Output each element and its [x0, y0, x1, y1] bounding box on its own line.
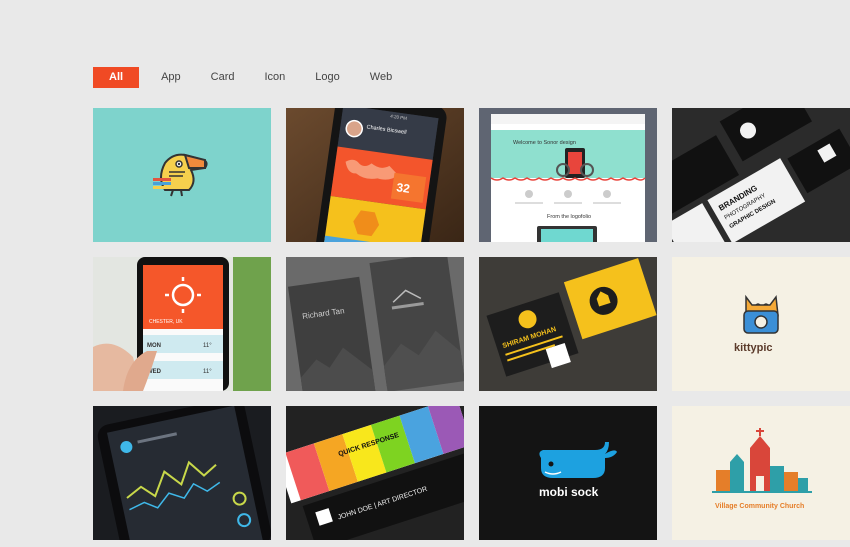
portfolio-tile-mobisock-logo[interactable]: mobi sock — [479, 406, 657, 540]
stat-number: 32 — [396, 180, 411, 196]
yellow-cards-image: SHIRAM MOHAN — [479, 257, 657, 391]
kittypic-wordmark: kittypic — [734, 342, 773, 354]
weather-app-image: CHESTER, UK MON 11° WED 11° — [93, 257, 271, 391]
church-wordmark: Village Community Church — [715, 503, 804, 510]
mobisock-wordmark: mobi sock — [539, 485, 599, 499]
portfolio-tile-profile-app[interactable]: Charles Bicswell 4:20 PM 32 — [286, 108, 464, 242]
filter-web[interactable]: Web — [362, 67, 400, 88]
kittypic-logo-image: kittypic — [672, 257, 850, 391]
portfolio-grid: Charles Bicswell 4:20 PM 32 Welcome to S… — [93, 108, 850, 547]
web-subheading: From the logofolio — [547, 214, 591, 220]
profile-app-image: Charles Bicswell 4:20 PM 32 — [286, 108, 464, 242]
portfolio-tile-web-design[interactable]: Welcome to Sonor design From the logofol… — [479, 108, 657, 242]
bw-cards-image: BRANDING PHOTOGRAPHY GRAPHIC DESIGN — [672, 108, 850, 242]
filter-icon[interactable]: Icon — [256, 67, 293, 88]
filter-bar: All App Card Icon Logo Web — [93, 67, 400, 88]
portfolio-tile-business-cards-bw[interactable]: BRANDING PHOTOGRAPHY GRAPHIC DESIGN — [672, 108, 850, 242]
portfolio-tile-yellow-cards[interactable]: SHIRAM MOHAN — [479, 257, 657, 391]
fitness-app-image — [93, 406, 271, 540]
weather-location: CHESTER, UK — [149, 319, 183, 325]
filter-card[interactable]: Card — [203, 67, 243, 88]
weather-temp-2: 11° — [203, 369, 212, 375]
portfolio-tile-dark-cards[interactable]: Richard Tan — [286, 257, 464, 391]
weather-day-1: MON — [147, 343, 161, 349]
portfolio-tile-kittypic-logo[interactable]: kittypic — [672, 257, 850, 391]
portfolio-tile-weather-app[interactable]: CHESTER, UK MON 11° WED 11° — [93, 257, 271, 391]
dark-cards-image: Richard Tan — [286, 257, 464, 391]
filter-app[interactable]: App — [153, 67, 189, 88]
church-logo-image: Village Community Church — [672, 406, 850, 540]
filter-all[interactable]: All — [93, 67, 140, 88]
portfolio-tile-church-logo[interactable]: Village Community Church — [672, 406, 850, 540]
portfolio-tile-fitness-app[interactable] — [93, 406, 271, 540]
web-design-image: Welcome to Sonor design From the logofol… — [479, 108, 657, 242]
filter-logo[interactable]: Logo — [307, 67, 347, 88]
weather-temp-1: 11° — [203, 343, 212, 349]
mobisock-logo-image: mobi sock — [479, 406, 657, 540]
web-headline: Welcome to Sonor design — [513, 140, 576, 146]
portfolio-tile-toucan-logo[interactable] — [93, 108, 271, 242]
portfolio-tile-rainbow-cards[interactable]: QUICK RESPONSE JOHN DOE | ART DIRECTOR — [286, 406, 464, 540]
rainbow-cards-image: QUICK RESPONSE JOHN DOE | ART DIRECTOR — [286, 406, 464, 540]
toucan-logo-image — [93, 108, 271, 242]
